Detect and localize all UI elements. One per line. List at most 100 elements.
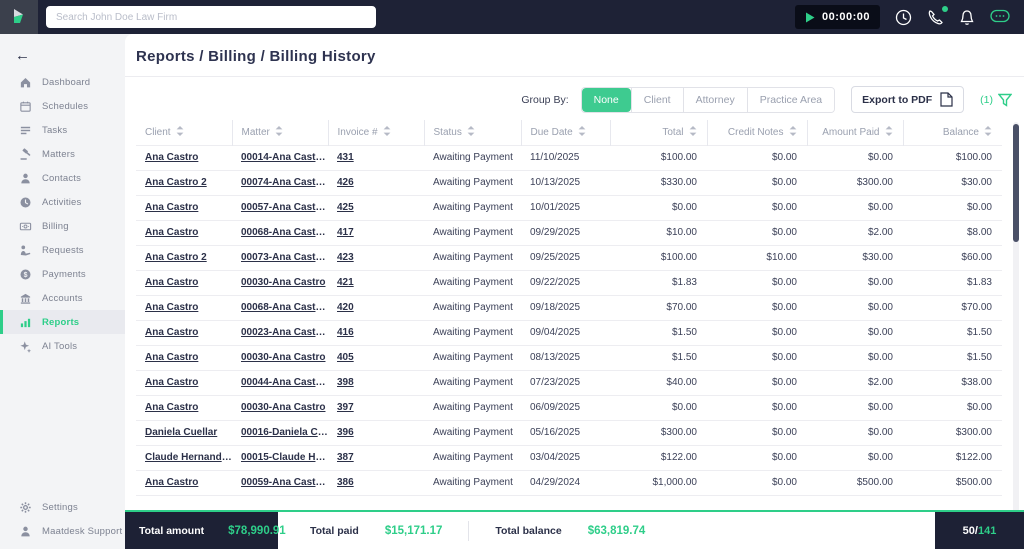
cell-matter[interactable]: 00014-Ana Castro-...	[232, 145, 328, 170]
column-header-due-date[interactable]: Due Date	[521, 120, 610, 145]
sidebar-item-label: Billing	[42, 221, 69, 232]
cell-total: $330.00	[610, 170, 707, 195]
column-header-credit-notes[interactable]: Credit Notes	[707, 120, 807, 145]
timer-play-icon[interactable]	[805, 12, 815, 23]
total-amount-label: Total amount	[139, 525, 204, 537]
group-by-option-attorney[interactable]: Attorney	[683, 88, 747, 112]
filter-count: (1)	[980, 94, 993, 106]
column-header-label: Credit Notes	[728, 127, 784, 138]
cell-invoice-[interactable]: 421	[328, 270, 424, 295]
cell-matter[interactable]: 00057-Ana Castro-t...	[232, 195, 328, 220]
column-header-status[interactable]: Status	[424, 120, 521, 145]
cell-matter[interactable]: 00023-Ana Castro-T...	[232, 320, 328, 345]
notifications-bell-icon[interactable]	[959, 9, 975, 26]
cell-client[interactable]: Ana Castro	[136, 195, 232, 220]
cell-matter[interactable]: 00044-Ana Castro-I...	[232, 370, 328, 395]
cell-invoice-[interactable]: 397	[328, 395, 424, 420]
cell-invoice-[interactable]: 405	[328, 345, 424, 370]
cell-invoice-[interactable]: 426	[328, 170, 424, 195]
sidebar-item-matters[interactable]: Matters	[0, 142, 125, 166]
cell-matter[interactable]: 00059-Ana Castro-J...	[232, 470, 328, 495]
sidebar-item-label: Contacts	[42, 173, 81, 184]
cell-credit-notes: $0.00	[707, 345, 807, 370]
cell-client[interactable]: Claude Hernandez	[136, 445, 232, 470]
timer-widget[interactable]: 00:00:00	[795, 5, 880, 29]
cell-matter[interactable]: 00074-Ana Castro 2...	[232, 170, 328, 195]
cell-total: $300.00	[610, 420, 707, 445]
vertical-scrollbar[interactable]	[1013, 122, 1019, 522]
cell-matter[interactable]: 00015-Claude Hern...	[232, 445, 328, 470]
cell-client[interactable]: Ana Castro	[136, 295, 232, 320]
sidebar-item-activities[interactable]: Activities	[0, 190, 125, 214]
phone-icon[interactable]	[927, 9, 944, 26]
search-input[interactable]	[46, 6, 376, 28]
export-to-pdf-button[interactable]: Export to PDF	[851, 86, 964, 113]
clock-icon[interactable]	[895, 9, 912, 26]
cell-client[interactable]: Ana Castro	[136, 470, 232, 495]
column-header-client[interactable]: Client	[136, 120, 232, 145]
cell-client[interactable]: Ana Castro	[136, 395, 232, 420]
cell-matter[interactable]: 00073-Ana Castro 2...	[232, 245, 328, 270]
cell-credit-notes: $0.00	[707, 145, 807, 170]
cell-client[interactable]: Ana Castro	[136, 320, 232, 345]
group-by-option-none[interactable]: None	[582, 88, 631, 112]
cell-invoice-[interactable]: 425	[328, 195, 424, 220]
request-icon	[19, 244, 32, 257]
cell-client[interactable]: Daniela Cuellar	[136, 420, 232, 445]
cell-due-date: 06/09/2025	[521, 395, 610, 420]
cell-invoice-[interactable]: 420	[328, 295, 424, 320]
cell-invoice-[interactable]: 398	[328, 370, 424, 395]
sidebar-item-schedules[interactable]: Schedules	[0, 94, 125, 118]
sidebar-item-reports[interactable]: Reports	[0, 310, 125, 334]
sidebar-item-billing[interactable]: Billing	[0, 214, 125, 238]
group-by-option-client[interactable]: Client	[631, 88, 683, 112]
svg-text:$: $	[24, 271, 28, 278]
cell-invoice-[interactable]: 387	[328, 445, 424, 470]
cell-invoice-[interactable]: 386	[328, 470, 424, 495]
app-logo-icon[interactable]	[0, 0, 38, 34]
vertical-scrollbar-thumb[interactable]	[1013, 124, 1019, 242]
sidebar-item-ai-tools[interactable]: AI Tools	[0, 334, 125, 358]
cell-total: $1.50	[610, 345, 707, 370]
column-header-total[interactable]: Total	[610, 120, 707, 145]
cell-client[interactable]: Ana Castro	[136, 145, 232, 170]
cell-invoice-[interactable]: 396	[328, 420, 424, 445]
cell-total: $10.00	[610, 220, 707, 245]
sidebar-item-settings[interactable]: Settings	[0, 495, 125, 519]
cell-matter[interactable]: 00030-Ana Castro	[232, 395, 328, 420]
person-icon	[19, 525, 32, 538]
column-header-matter[interactable]: Matter	[232, 120, 328, 145]
cell-matter[interactable]: 00030-Ana Castro	[232, 345, 328, 370]
cell-invoice-[interactable]: 431	[328, 145, 424, 170]
group-by-option-practice-area[interactable]: Practice Area	[747, 88, 834, 112]
sidebar-item-payments[interactable]: $Payments	[0, 262, 125, 286]
filter-control[interactable]: (1)	[980, 93, 1012, 107]
cell-invoice-[interactable]: 417	[328, 220, 424, 245]
sidebar-item-maatdesk-support[interactable]: Maatdesk Support	[0, 519, 125, 543]
cell-invoice-[interactable]: 416	[328, 320, 424, 345]
table-row: Ana Castro00014-Ana Castro-...431Awaitin…	[136, 145, 1002, 170]
sort-icon	[578, 126, 586, 136]
cell-matter[interactable]: 00068-Ana Castro-p...	[232, 220, 328, 245]
cell-matter[interactable]: 00068-Ana Castro-p...	[232, 295, 328, 320]
cell-client[interactable]: Ana Castro 2	[136, 245, 232, 270]
cell-client[interactable]: Ana Castro	[136, 270, 232, 295]
sidebar-item-accounts[interactable]: Accounts	[0, 286, 125, 310]
cell-matter[interactable]: 00016-Daniela Cuell...	[232, 420, 328, 445]
sidebar-item-requests[interactable]: Requests	[0, 238, 125, 262]
sidebar-item-contacts[interactable]: Contacts	[0, 166, 125, 190]
cell-client[interactable]: Ana Castro 2	[136, 170, 232, 195]
cell-client[interactable]: Ana Castro	[136, 345, 232, 370]
sort-icon	[383, 126, 391, 136]
cell-matter[interactable]: 00030-Ana Castro	[232, 270, 328, 295]
sidebar-item-dashboard[interactable]: Dashboard	[0, 70, 125, 94]
column-header-invoice-[interactable]: Invoice #	[328, 120, 424, 145]
collapse-sidebar-arrow-icon[interactable]: ←	[15, 47, 35, 64]
cell-invoice-[interactable]: 423	[328, 245, 424, 270]
column-header-amount-paid[interactable]: Amount Paid	[807, 120, 903, 145]
chat-icon[interactable]	[990, 9, 1010, 25]
cell-client[interactable]: Ana Castro	[136, 370, 232, 395]
cell-client[interactable]: Ana Castro	[136, 220, 232, 245]
sidebar-item-tasks[interactable]: Tasks	[0, 118, 125, 142]
column-header-balance[interactable]: Balance	[903, 120, 1002, 145]
